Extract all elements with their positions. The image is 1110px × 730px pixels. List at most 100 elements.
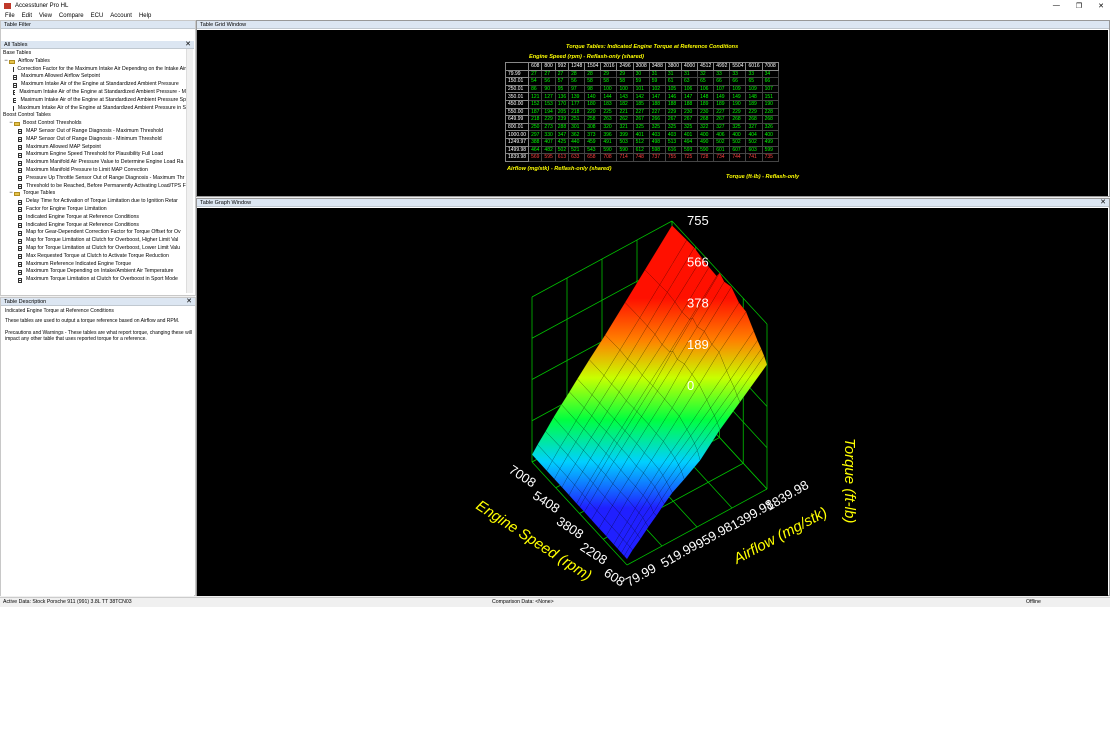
grid-col-header[interactable]: 2496 bbox=[616, 62, 634, 71]
grid-cell[interactable]: 205 bbox=[554, 107, 570, 117]
tree-scrollbar[interactable] bbox=[186, 49, 193, 293]
grid-row-header[interactable]: 1249.97 bbox=[504, 137, 530, 147]
grid-cell[interactable]: 459 bbox=[584, 137, 602, 147]
tree-table-item[interactable]: Pressure Up Throttle Sensor Out of Range… bbox=[18, 175, 186, 183]
grid-cell[interactable]: 388 bbox=[528, 137, 543, 147]
grid-cell[interactable]: 61 bbox=[664, 77, 682, 86]
maximize-button[interactable]: ❐ bbox=[1076, 2, 1082, 10]
grid-cell[interactable]: 188 bbox=[664, 99, 682, 109]
grid-cell[interactable]: 498 bbox=[648, 137, 666, 147]
grid-col-header[interactable]: 3008 bbox=[632, 62, 650, 71]
grid-cell[interactable]: 250 bbox=[528, 122, 543, 132]
close-description-icon[interactable]: ✕ bbox=[186, 298, 192, 306]
grid-cell[interactable]: 502 bbox=[729, 137, 747, 147]
grid-cell[interactable]: 403 bbox=[648, 130, 666, 139]
grid-cell[interactable]: 229 bbox=[541, 115, 556, 124]
grid-cell[interactable]: 325 bbox=[680, 122, 699, 132]
grid-col-header[interactable]: 1248 bbox=[568, 62, 586, 71]
grid-cell[interactable]: 301 bbox=[568, 122, 586, 132]
grid-cell[interactable]: 268 bbox=[761, 115, 779, 124]
grid-cell[interactable]: 153 bbox=[541, 99, 556, 109]
tree-group-item[interactable]: Base Tables bbox=[3, 50, 186, 58]
grid-cell[interactable]: 139 bbox=[568, 92, 586, 101]
grid-col-header[interactable]: 6016 bbox=[745, 62, 763, 71]
grid-cell[interactable]: 263 bbox=[600, 115, 618, 124]
grid-cell[interactable]: 322 bbox=[697, 122, 715, 132]
grid-cell[interactable]: 149 bbox=[713, 92, 731, 101]
grid-cell[interactable]: 56 bbox=[568, 77, 586, 86]
grid-cell[interactable]: 268 bbox=[745, 115, 763, 124]
grid-cell[interactable]: 268 bbox=[729, 115, 747, 124]
grid-col-header[interactable]: 992 bbox=[554, 62, 570, 71]
grid-cell[interactable]: 106 bbox=[680, 84, 699, 94]
grid-cell[interactable]: 105 bbox=[664, 84, 682, 94]
grid-cell[interactable]: 102 bbox=[648, 84, 666, 94]
grid-cell[interactable]: 607 bbox=[729, 145, 747, 155]
minimize-button[interactable]: — bbox=[1053, 2, 1060, 9]
tree-table-item[interactable]: Indicated Engine Torque at Reference Con… bbox=[18, 222, 186, 230]
grid-cell[interactable]: 100 bbox=[616, 84, 634, 94]
tree-table-item[interactable]: Maximum Allowed Airflow Setpoint bbox=[13, 73, 186, 81]
grid-cell[interactable]: 127 bbox=[541, 92, 556, 101]
grid-cell[interactable]: 230 bbox=[680, 107, 699, 117]
grid-cell[interactable]: 482 bbox=[541, 145, 556, 155]
grid-cell[interactable]: 188 bbox=[648, 99, 666, 109]
grid-cell[interactable]: 90 bbox=[541, 84, 556, 94]
grid-cell[interactable]: 512 bbox=[632, 137, 650, 147]
menu-file[interactable]: File bbox=[5, 13, 15, 19]
grid-row-header[interactable]: 800.01 bbox=[504, 122, 530, 132]
grid-cell[interactable]: 65 bbox=[745, 77, 763, 86]
grid-cell[interactable]: 101 bbox=[632, 84, 650, 94]
grid-cell[interactable]: 188 bbox=[680, 99, 699, 109]
grid-cell[interactable]: 308 bbox=[584, 122, 602, 132]
grid-cell[interactable]: 190 bbox=[729, 99, 747, 109]
grid-cell[interactable]: 569 bbox=[528, 153, 543, 162]
menu-compare[interactable]: Compare bbox=[59, 13, 84, 19]
grid-cell[interactable]: 221 bbox=[616, 107, 634, 117]
grid-cell[interactable]: 109 bbox=[729, 84, 747, 94]
grid-cell[interactable]: 57 bbox=[554, 77, 570, 86]
tree-table-item[interactable]: Correction Factor for the Maximum Intake… bbox=[13, 66, 186, 74]
grid-cell[interactable]: 58 bbox=[600, 77, 618, 86]
grid-cell[interactable]: 239 bbox=[554, 115, 570, 124]
grid-cell[interactable]: 148 bbox=[697, 92, 715, 101]
grid-cell[interactable]: 406 bbox=[713, 130, 731, 139]
grid-cell[interactable]: 258 bbox=[584, 115, 602, 124]
grid-cell[interactable]: 735 bbox=[761, 153, 779, 162]
tree-group-item[interactable]: − Torque Tables bbox=[8, 190, 186, 198]
grid-cell[interactable]: 227 bbox=[632, 107, 650, 117]
grid-col-header[interactable]: 5504 bbox=[729, 62, 747, 71]
grid-cell[interactable]: 503 bbox=[616, 137, 634, 147]
menu-edit[interactable]: Edit bbox=[22, 13, 32, 19]
tree-group-item[interactable]: Boost Control Tables bbox=[3, 112, 186, 120]
menu-help[interactable]: Help bbox=[139, 13, 151, 19]
grid-cell[interactable]: 218 bbox=[568, 107, 586, 117]
grid-cell[interactable]: 400 bbox=[761, 130, 779, 139]
tree-table-item[interactable]: Threshold to be Reached, Before Permanen… bbox=[18, 183, 186, 191]
grid-cell[interactable]: 708 bbox=[600, 153, 618, 162]
grid-cell[interactable]: 267 bbox=[713, 115, 731, 124]
tree-table-item[interactable]: Maximum Intake Air of the Engine at Stan… bbox=[13, 97, 186, 105]
grid-cell[interactable]: 190 bbox=[761, 99, 779, 109]
grid-cell[interactable]: 407 bbox=[541, 137, 556, 147]
tree-table-item[interactable]: Maximum Reference Indicated Engine Torqu… bbox=[18, 261, 186, 269]
grid-cell[interactable]: 502 bbox=[713, 137, 731, 147]
grid-cell[interactable]: 180 bbox=[584, 99, 602, 109]
grid-cell[interactable]: 31 bbox=[664, 69, 682, 79]
grid-cell[interactable]: 95 bbox=[554, 84, 570, 94]
grid-cell[interactable]: 400 bbox=[697, 130, 715, 139]
grid-cell[interactable]: 152 bbox=[528, 99, 543, 109]
grid-col-header[interactable]: 3488 bbox=[648, 62, 666, 71]
grid-cell[interactable]: 58 bbox=[616, 77, 634, 86]
grid-cell[interactable]: 33 bbox=[745, 69, 763, 79]
grid-cell[interactable]: 728 bbox=[697, 153, 715, 162]
grid-row-header[interactable]: 1000.00 bbox=[504, 130, 530, 139]
grid-cell[interactable]: 612 bbox=[632, 145, 650, 155]
grid-cell[interactable]: 464 bbox=[528, 145, 543, 155]
grid-cell[interactable]: 401 bbox=[632, 130, 650, 139]
grid-cell[interactable]: 251 bbox=[568, 115, 586, 124]
close-button[interactable]: ✕ bbox=[1098, 2, 1104, 10]
grid-cell[interactable]: 54 bbox=[528, 77, 543, 86]
grid-cell[interactable]: 658 bbox=[584, 153, 602, 162]
grid-cell[interactable]: 490 bbox=[697, 137, 715, 147]
